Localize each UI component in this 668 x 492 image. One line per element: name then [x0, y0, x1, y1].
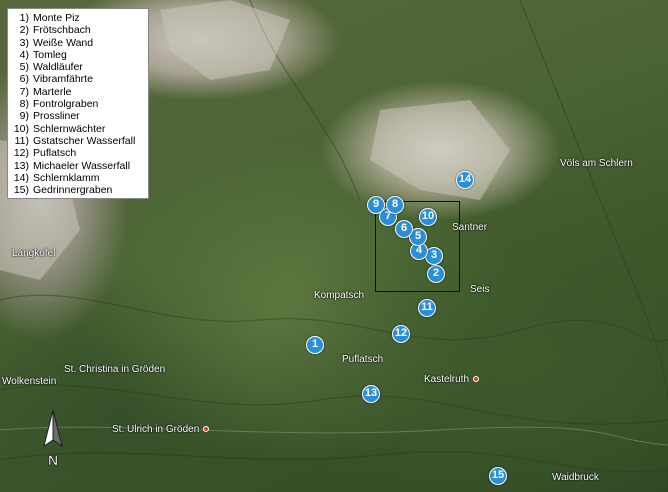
legend-item-number: 5) — [19, 61, 29, 74]
town-dot — [203, 426, 210, 433]
legend-item: 3) Weiße Wand — [8, 37, 148, 49]
map-marker-2[interactable]: 2 — [427, 265, 445, 283]
legend-item: 8) Fontrolgraben — [8, 98, 148, 110]
legend-item-name: Waldläufer — [33, 61, 83, 74]
place-label-puflatsch: Puflatsch — [342, 354, 384, 365]
town-dot — [473, 376, 480, 383]
legend-item: 14) Schlernklamm — [8, 172, 148, 184]
legend-item-number: 15) — [13, 184, 29, 197]
compass-north-icon: N — [38, 408, 68, 470]
map-marker-6[interactable]: 6 — [395, 220, 413, 238]
legend-item: 6) Vibramfährte — [8, 73, 148, 85]
map-marker-13[interactable]: 13 — [362, 385, 380, 403]
legend-item-number: 3) — [19, 36, 29, 49]
map-marker-9[interactable]: 9 — [367, 196, 385, 214]
place-label-waidbruck: Waidbruck — [552, 472, 599, 483]
legend-item-name: Schlernklamm — [33, 171, 100, 184]
legend-item-number: 13) — [13, 159, 29, 172]
satellite-map[interactable]: Langkofel Völs am Schlern Santner Seis K… — [0, 0, 668, 492]
legend-item-name: Tomleg — [33, 48, 67, 61]
legend-item: 5) Waldläufer — [8, 61, 148, 73]
map-marker-11[interactable]: 11 — [418, 299, 436, 317]
legend-item-name: Marterle — [33, 85, 72, 98]
legend-item: 12) Puflatsch — [8, 147, 148, 159]
map-marker-15[interactable]: 15 — [489, 467, 507, 485]
legend-item-number: 10) — [13, 122, 29, 135]
legend-item: 13) Michaeler Wasserfall — [8, 160, 148, 172]
legend-item-number: 4) — [19, 48, 29, 61]
legend-item-number: 6) — [19, 73, 29, 86]
legend-item-number: 7) — [19, 85, 29, 98]
legend-item-name: Fontrolgraben — [33, 98, 99, 111]
legend-item-number: 2) — [19, 24, 29, 37]
legend-item-name: Gstatscher Wasserfall — [33, 134, 136, 147]
legend-item-number: 1) — [19, 12, 29, 24]
place-label-wolkenstein: Wolkenstein — [2, 376, 57, 387]
map-marker-12[interactable]: 12 — [392, 325, 410, 343]
place-label-langkofel: Langkofel — [12, 248, 56, 259]
place-label-kompatsch: Kompatsch — [314, 290, 365, 301]
legend-item-number: 8) — [19, 98, 29, 111]
legend-item-name: Schlernwächter — [33, 122, 106, 135]
legend-item-number: 9) — [19, 110, 29, 123]
map-legend: 1) Monte Piz 2) Frötschbach 3) Weiße Wand 4) To… — [7, 8, 149, 200]
legend-item-name: Gedrinnergraben — [33, 184, 113, 197]
legend-item: 11) Gstatscher Wasserfall — [8, 135, 148, 147]
legend-item-number: 14) — [13, 171, 29, 184]
place-label-st-ulrich: St. Ulrich in Gröden — [112, 424, 210, 435]
legend-item-name: Michaeler Wasserfall — [33, 159, 131, 172]
legend-item: 15) Gedrinnergraben — [8, 184, 148, 196]
legend-item: 2) Frötschbach — [8, 24, 148, 36]
map-marker-8[interactable]: 8 — [386, 196, 404, 214]
place-label-st-christina: St. Christina in Gröden — [64, 364, 166, 375]
place-label-kastelruth: Kastelruth — [424, 374, 480, 385]
legend-item-name: Monte Piz — [33, 12, 80, 24]
place-label-seis: Seis — [470, 284, 490, 295]
legend-item-name: Vibramfährte — [33, 73, 93, 86]
legend-item: 10) Schlernwächter — [8, 123, 148, 135]
legend-item-name: Prossliner — [33, 110, 80, 123]
legend-item-name: Weiße Wand — [33, 36, 94, 49]
map-marker-10[interactable]: 10 — [419, 208, 437, 226]
map-marker-14[interactable]: 14 — [456, 171, 474, 189]
legend-item: 9) Prossliner — [8, 110, 148, 122]
legend-item: 1) Monte Piz — [8, 12, 148, 24]
legend-item-name: Frötschbach — [33, 24, 91, 37]
legend-item: 4) Tomleg — [8, 49, 148, 61]
legend-item: 7) Marterle — [8, 86, 148, 98]
place-label-voels: Völs am Schlern — [560, 158, 633, 169]
legend-item-name: Puflatsch — [33, 147, 77, 160]
map-marker-1[interactable]: 1 — [306, 336, 324, 354]
compass-label: N — [48, 452, 58, 468]
legend-item-number: 12) — [13, 147, 29, 160]
place-label-santner: Santner — [452, 222, 488, 233]
legend-item-number: 11) — [14, 134, 29, 147]
